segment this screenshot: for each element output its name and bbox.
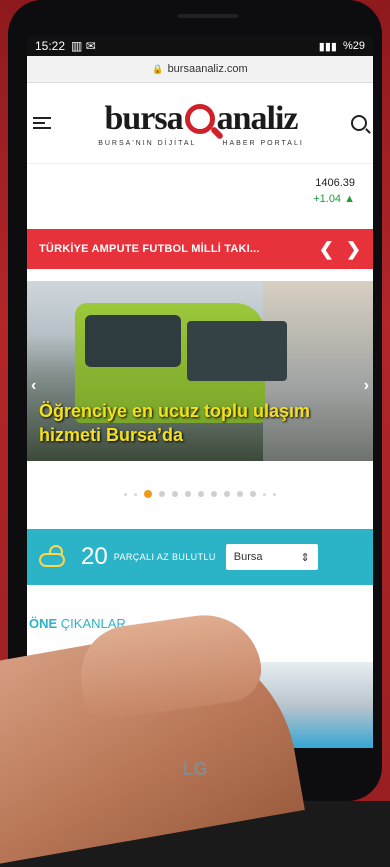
pagination-dot[interactable]: [172, 491, 178, 497]
pagination-dot[interactable]: [263, 492, 266, 496]
select-arrows-icon: ⇕: [300, 551, 310, 564]
site-header: bursa analiz BURSA'NIN DİJİTAL HABER POR…: [27, 83, 373, 164]
logo-text-right: analiz: [216, 99, 299, 137]
tram-side: [187, 321, 287, 381]
battery-level: %29: [342, 40, 365, 52]
pagination-dot[interactable]: [198, 491, 204, 497]
phone-speaker: [178, 14, 238, 18]
weather-condition: PARÇALI AZ BULUTLU: [113, 552, 216, 562]
notification-icons: ▥ ✉: [71, 39, 96, 53]
city-select[interactable]: Bursa ⇕: [225, 544, 318, 570]
slide-next-arrow[interactable]: ›: [364, 377, 369, 395]
pagination-dot[interactable]: [134, 492, 137, 496]
slide-prev-arrow[interactable]: ‹: [31, 377, 36, 395]
breaking-news-bar[interactable]: TÜRKİYE AMPUTE FUTBOL MİLLİ TAKI... ❮ ❯: [27, 229, 373, 269]
logo-text-left: bursa: [104, 99, 183, 137]
ticker-change: +1.04 ▲: [313, 193, 355, 205]
market-ticker: 1406.39 +1.04 ▲: [313, 177, 355, 205]
logo-tagline-right: HABER PORTALI: [222, 139, 304, 147]
hamburger-menu-icon[interactable]: [33, 117, 51, 129]
partly-cloudy-icon: [39, 545, 71, 569]
url-text: bursaanaliz.com: [167, 63, 248, 75]
city-select-value: Bursa: [233, 551, 263, 563]
pagination-dot[interactable]: [224, 491, 230, 497]
pagination-dot[interactable]: [273, 492, 276, 496]
news-prev-button[interactable]: ❮: [319, 239, 334, 260]
slide-caption[interactable]: Öğrenciye en ucuz toplu ulaşım hizmeti B…: [39, 399, 359, 447]
address-bar[interactable]: 🔒 bursaanaliz.com: [27, 56, 373, 83]
tram-window: [85, 315, 181, 367]
pagination-dot[interactable]: [159, 491, 165, 497]
lock-icon: 🔒: [152, 63, 164, 74]
status-bar: 15:22 ▥ ✉ ▮▮▮ %29: [27, 36, 373, 56]
pagination-dot[interactable]: [185, 491, 191, 497]
pagination-dot[interactable]: [250, 491, 256, 497]
logo-tagline-left: BURSA'NIN DİJİTAL: [98, 139, 197, 147]
device-brand-logo: LG: [182, 759, 208, 779]
pagination-dot[interactable]: [211, 491, 217, 497]
status-time: 15:22: [35, 39, 66, 53]
slider-pagination: [27, 490, 373, 498]
magnifier-logo-icon: [184, 103, 215, 134]
search-icon[interactable]: [351, 115, 367, 131]
pagination-dot[interactable]: [124, 492, 127, 496]
ticker-value: 1406.39: [315, 177, 355, 189]
news-next-button[interactable]: ❯: [346, 239, 361, 260]
weather-temperature: 20: [81, 543, 108, 570]
site-logo[interactable]: bursa analiz BURSA'NIN DİJİTAL HABER POR…: [98, 100, 304, 147]
weather-widget: 20 PARÇALI AZ BULUTLU Bursa ⇕: [27, 529, 373, 585]
pagination-dot-active[interactable]: [144, 490, 152, 498]
signal-icon: ▮▮▮: [318, 40, 337, 53]
headline-slider[interactable]: ‹ › Öğrenciye en ucuz toplu ulaşım hizme…: [27, 281, 373, 461]
breaking-news-title[interactable]: TÜRKİYE AMPUTE FUTBOL MİLLİ TAKI...: [39, 243, 260, 255]
pagination-dot[interactable]: [237, 491, 243, 497]
